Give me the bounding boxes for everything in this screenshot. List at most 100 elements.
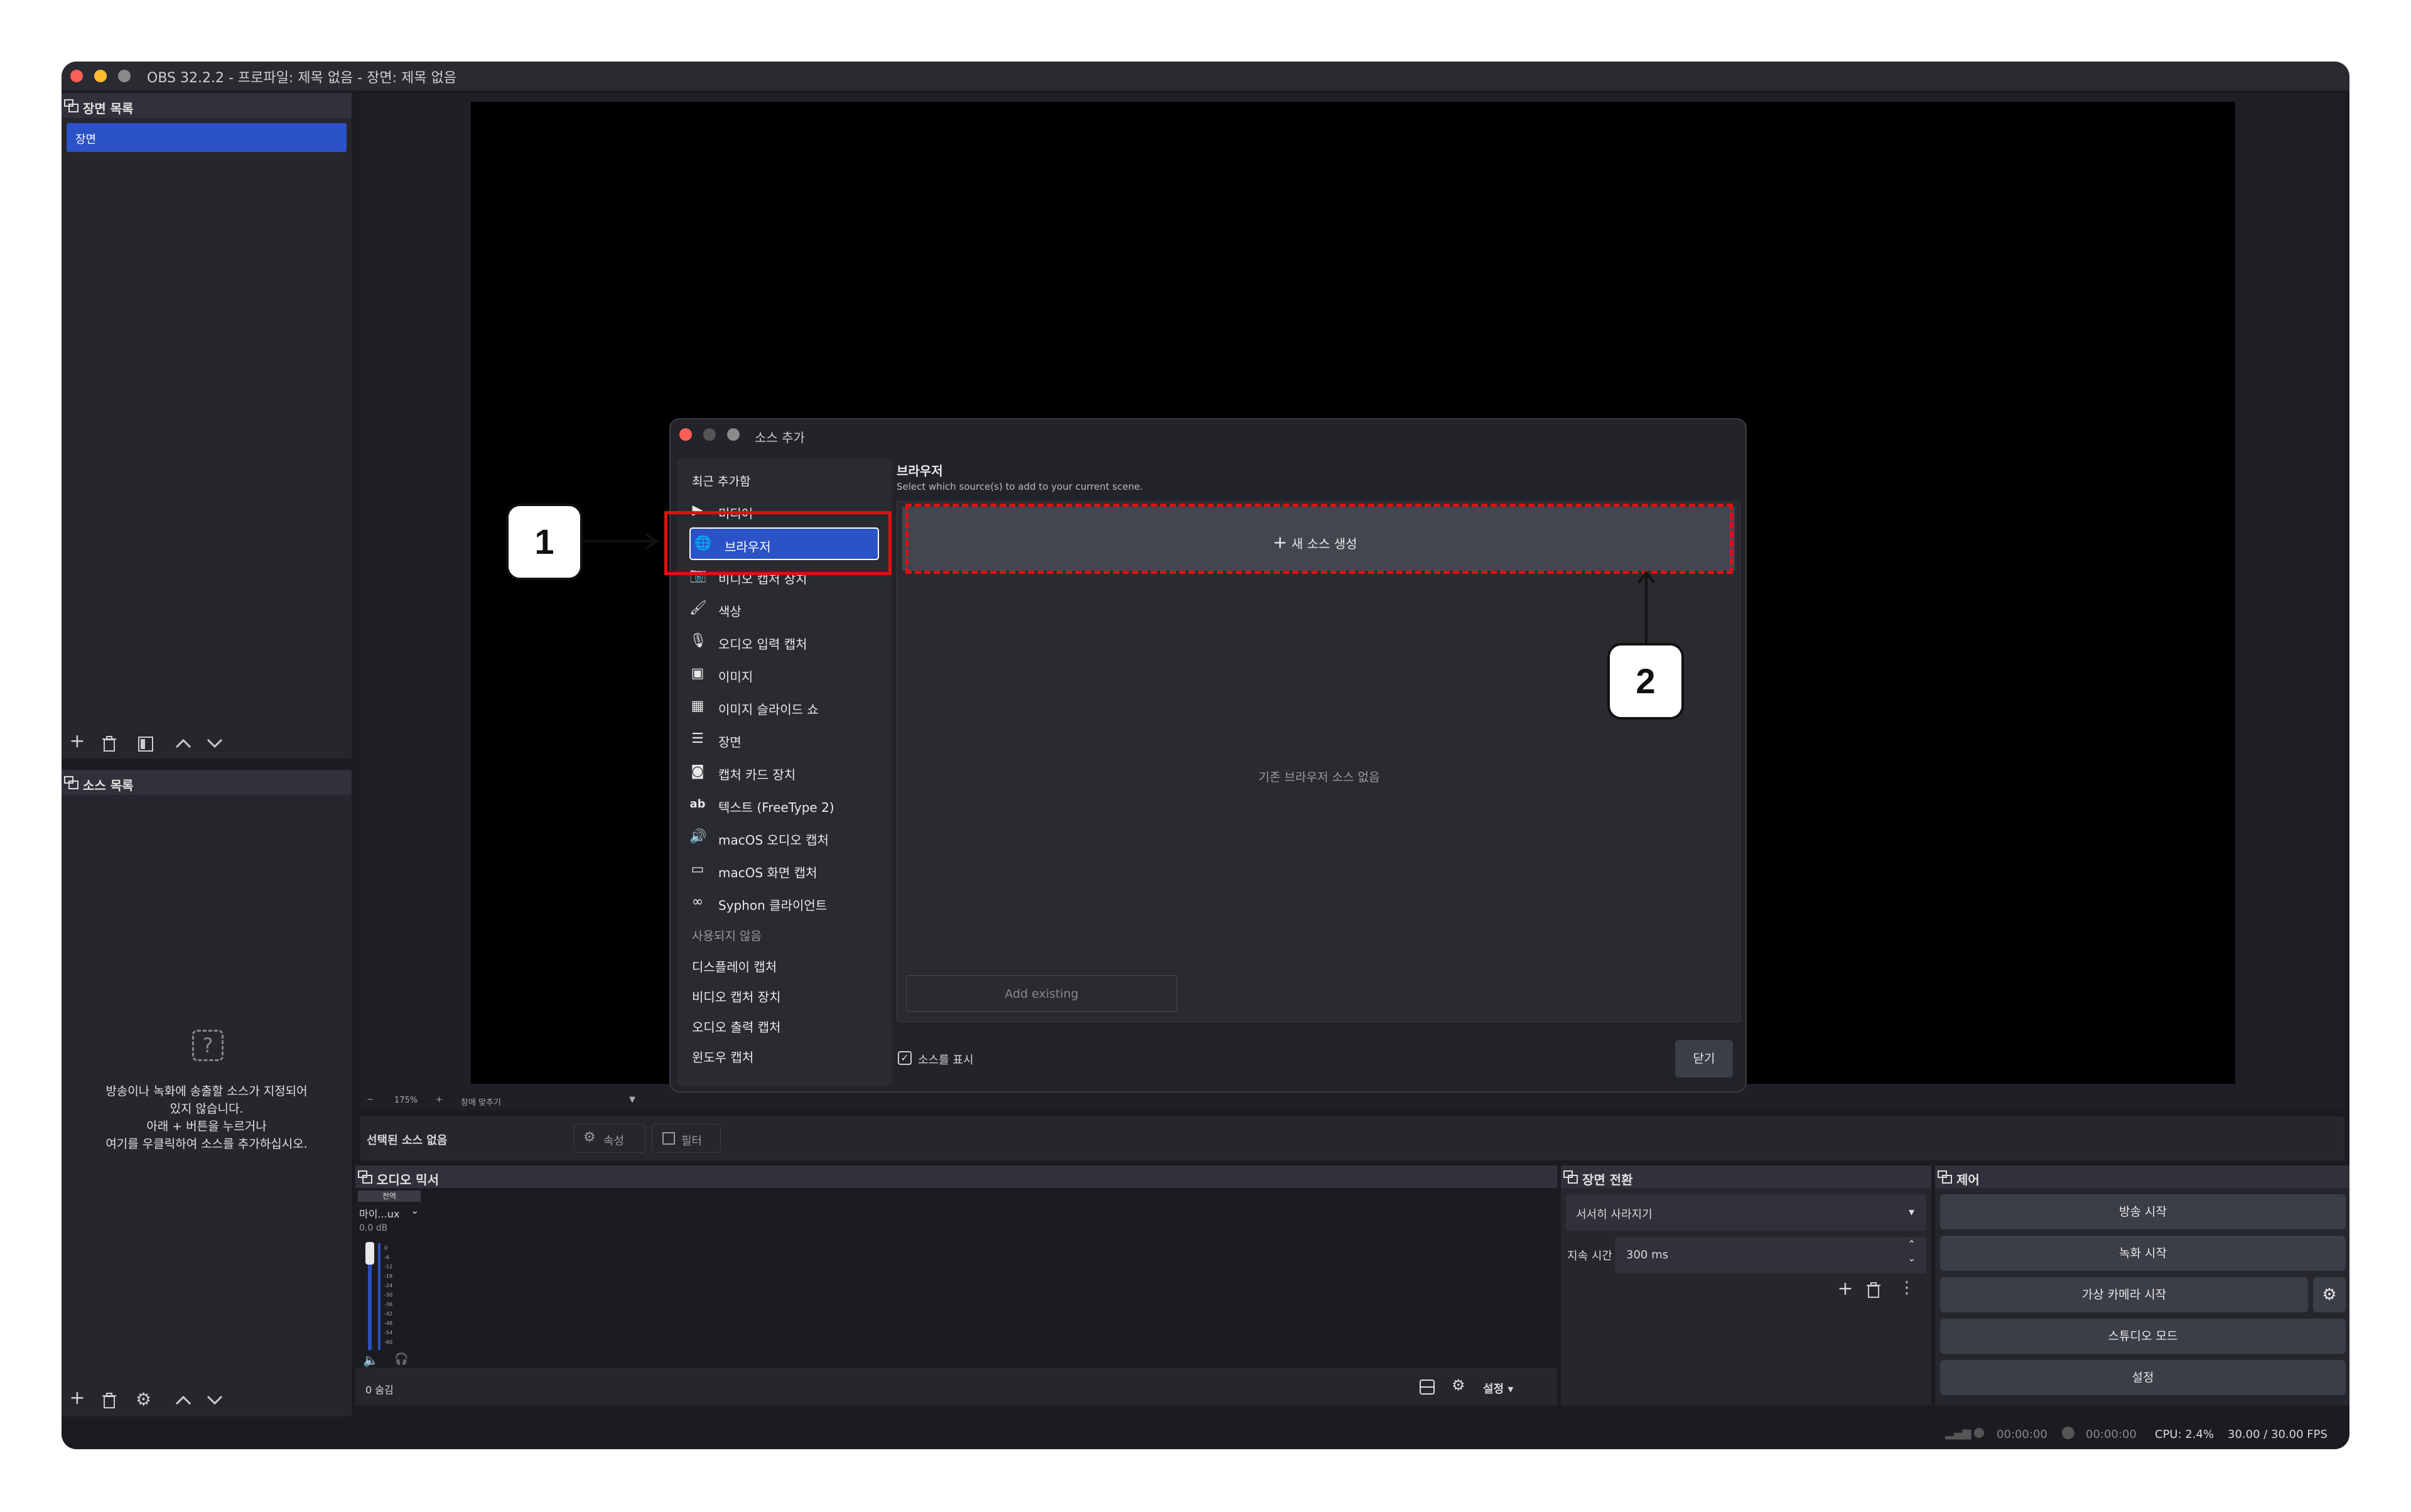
audio-mixer-dock: 오디오 믹서 전역 마이...ux ⌄ 0.0 dB 0 -6 -12 -18 … (355, 1165, 1557, 1405)
channel-menu-chevron-icon[interactable]: ⌄ (411, 1204, 419, 1216)
filters-button[interactable]: 필터 (652, 1124, 721, 1153)
zoom-window-button[interactable] (118, 70, 131, 82)
settings-button[interactable]: 설정 (1940, 1360, 2346, 1395)
fps-readout: 30.00 / 30.00 FPS (2228, 1428, 2327, 1441)
scale-tick: -24 (384, 1283, 393, 1288)
headphones-icon[interactable]: 🎧 (394, 1353, 408, 1366)
mixer-title: 오디오 믹서 (377, 1172, 439, 1187)
source-item-macos-screen[interactable]: ▭ macOS 화면 캡처 (689, 859, 878, 882)
chevron-down-icon[interactable] (206, 737, 224, 750)
section-subtitle: Select which source(s) to add to your cu… (897, 481, 1143, 492)
advanced-audio-gear-icon[interactable]: ⚙ (1452, 1376, 1465, 1394)
source-item-audio-output[interactable]: 오디오 출력 캡처 (692, 1017, 781, 1035)
scenes-dock-header: 장면 목록 (62, 93, 352, 118)
fit-to-window[interactable]: 창에 맞추기 (461, 1096, 501, 1108)
sources-toolbar: + ⚙ (62, 1385, 352, 1417)
chevron-up-icon[interactable] (175, 737, 192, 750)
virtual-camera-gear-icon[interactable]: ⚙ (2313, 1277, 2346, 1312)
source-item-video-capture-legacy[interactable]: 비디오 캡처 장치 (692, 987, 781, 1005)
source-item-syphon[interactable]: ∞ Syphon 클라이언트 (689, 892, 878, 914)
minimize-window-button[interactable] (94, 70, 107, 82)
source-item-label: 이미지 (718, 669, 753, 684)
source-item-label: 장면 (718, 735, 742, 750)
volume-slider-handle[interactable] (365, 1242, 374, 1265)
source-item-label: 캡처 카드 장치 (718, 767, 796, 782)
add-transition-button[interactable]: + (1835, 1280, 1856, 1301)
stream-time: 00:00:00 (1997, 1428, 2047, 1441)
source-item-display-capture[interactable]: 디스플레이 캡처 (692, 957, 777, 975)
dropdown-caret-icon: ▾ (1909, 1206, 1915, 1219)
empty-line: 방송이나 녹화에 송출할 소스가 지정되어 (105, 1084, 308, 1098)
scale-tick: -60 (384, 1339, 393, 1345)
trash-icon[interactable] (102, 1393, 117, 1409)
source-item-label: 색상 (718, 604, 742, 619)
transitions-header: 장면 전환 (1561, 1165, 1931, 1188)
source-item-label: 이미지 슬라이드 쇼 (718, 702, 819, 717)
glasses-icon: ∞ (691, 894, 704, 910)
source-item-window-capture[interactable]: 윈도우 캡처 (692, 1047, 753, 1066)
dock-icon (64, 99, 78, 112)
hidden-count: 0 숨김 (365, 1384, 394, 1396)
source-item-label: macOS 오디오 캡처 (718, 833, 829, 848)
dialog-minimize-dot[interactable] (703, 428, 716, 441)
chevron-up-icon[interactable] (175, 1394, 192, 1407)
slideshow-icon: ▦ (691, 698, 704, 714)
arrow-up-icon (1637, 570, 1655, 644)
close-window-button[interactable] (70, 70, 83, 82)
source-item-text[interactable]: ab 텍스트 (FreeType 2) (689, 794, 878, 816)
source-item-capture-card[interactable]: ◙ 캡처 카드 장치 (689, 761, 878, 784)
add-source-button[interactable]: + (67, 1389, 88, 1410)
source-item-label: macOS 화면 캡처 (718, 865, 817, 880)
empty-line: 아래 + 버튼을 누르거나 (146, 1120, 267, 1133)
zoom-dropdown-icon[interactable]: ▼ (629, 1095, 635, 1104)
show-sources-checkbox[interactable]: ✓ (898, 1051, 912, 1065)
source-item-color[interactable]: 🖌 색상 (689, 598, 878, 620)
zoom-in-button[interactable]: + (436, 1095, 443, 1104)
trash-icon[interactable] (102, 736, 117, 752)
filter-icon[interactable] (138, 737, 153, 752)
duration-spinbox[interactable]: 300 ms ⌃ ⌄ (1615, 1237, 1926, 1273)
trash-icon[interactable] (1866, 1282, 1881, 1299)
add-existing-button[interactable]: Add existing (906, 975, 1177, 1012)
source-item-scene[interactable]: ☰ 장면 (689, 728, 878, 751)
source-item-audio-input[interactable]: 🎙 오디오 입력 캡처 (689, 630, 878, 653)
volume-slider-track[interactable] (368, 1265, 372, 1350)
dock-icon (1563, 1170, 1578, 1184)
dock-icon (1938, 1170, 1952, 1184)
dialog-zoom-dot[interactable] (727, 428, 740, 441)
source-item-slideshow[interactable]: ▦ 이미지 슬라이드 쇼 (689, 696, 878, 718)
speaker-icon[interactable]: 🔈 (363, 1353, 379, 1368)
channel-db: 0.0 dB (359, 1223, 388, 1233)
no-source-label: 선택된 소스 없음 (367, 1134, 448, 1147)
mixer-settings-button[interactable]: 설정 ▾ (1483, 1380, 1513, 1396)
add-scene-button[interactable]: + (67, 732, 88, 753)
start-recording-button[interactable]: 녹화 시작 (1940, 1236, 2346, 1271)
paintbrush-icon: 🖌 (689, 600, 707, 616)
scene-item[interactable]: 장면 (67, 123, 347, 152)
start-virtual-camera-button[interactable]: 가상 카메라 시작 (1940, 1277, 2308, 1312)
scale-tick: -42 (384, 1311, 393, 1317)
gear-icon: ⚙ (583, 1130, 596, 1145)
properties-button[interactable]: ⚙ 속성 (574, 1124, 645, 1153)
source-item-label: 오디오 입력 캡처 (718, 637, 807, 652)
transition-select[interactable]: 서서히 사라지기 ▾ (1566, 1194, 1926, 1231)
text-icon: ab (689, 797, 706, 811)
chevron-down-icon[interactable] (206, 1394, 224, 1407)
zoom-out-button[interactable]: − (367, 1095, 374, 1104)
dialog-close-dot[interactable] (679, 428, 692, 441)
more-options-icon[interactable]: ⋮ (1899, 1278, 1915, 1297)
studio-mode-button[interactable]: 스튜디오 모드 (1940, 1319, 2346, 1354)
callout-one: 1 (506, 504, 583, 580)
source-item-image[interactable]: ▣ 이미지 (689, 663, 878, 686)
close-dialog-button[interactable]: 닫기 (1675, 1040, 1733, 1077)
scale-tick: -30 (384, 1292, 393, 1298)
section-title: 브라우저 (897, 463, 943, 478)
start-streaming-button[interactable]: 방송 시작 (1940, 1194, 2346, 1229)
layout-icon[interactable] (1419, 1379, 1435, 1395)
gear-icon[interactable]: ⚙ (136, 1389, 151, 1410)
decrease-chevron-icon[interactable]: ⌄ (1907, 1252, 1916, 1264)
highlight-box-create-new (905, 504, 1733, 574)
status-bar: ▂▄▆ 00:00:00 00:00:00 CPU: 2.4% 30.00 / … (62, 1420, 2349, 1449)
source-item-macos-audio[interactable]: 🔊 macOS 오디오 캡처 (689, 826, 878, 849)
increase-chevron-icon[interactable]: ⌃ (1907, 1238, 1916, 1250)
